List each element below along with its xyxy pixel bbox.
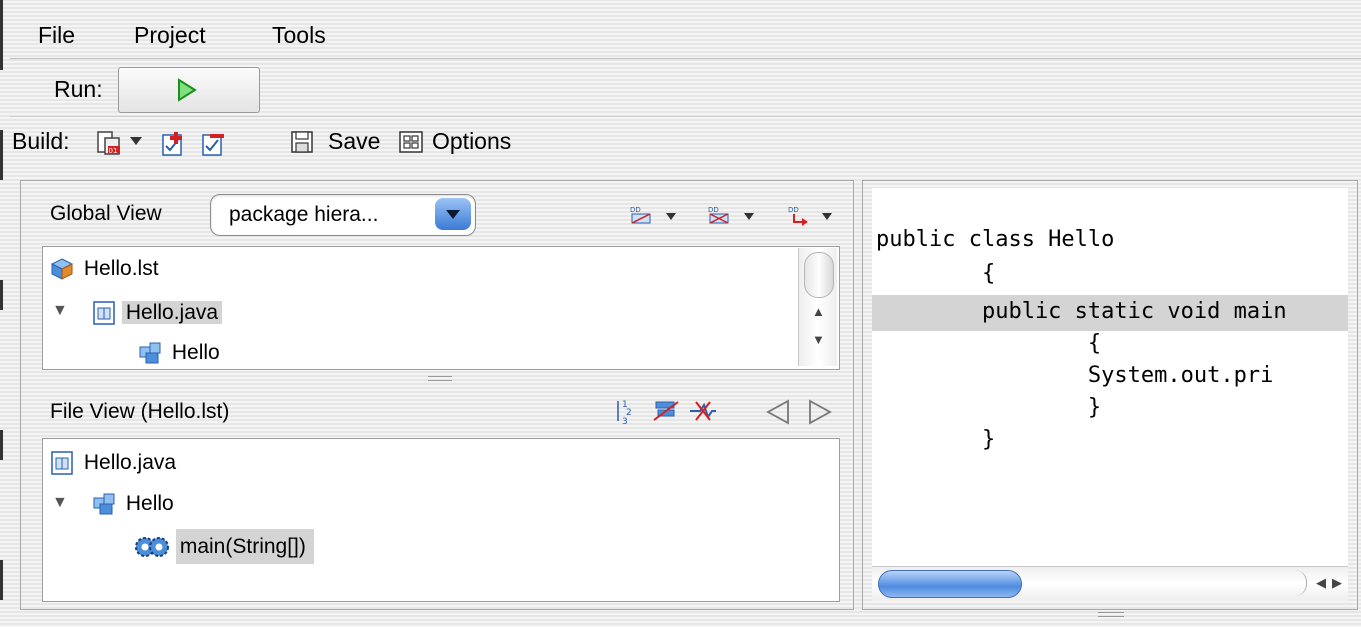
global-tree-vertical-scrollbar[interactable]: ▲ ▼ [798, 248, 837, 366]
tree-item-hello-class[interactable]: Hello [92, 487, 178, 521]
splitter-grip [428, 376, 452, 381]
svg-text:3: 3 [622, 417, 628, 426]
add-config-icon[interactable] [160, 130, 188, 163]
run-toolbar: Run: [10, 58, 1361, 117]
chevron-down-icon[interactable] [664, 210, 678, 228]
tree-item-label: Hello [125, 492, 174, 515]
run-label: Run: [54, 76, 103, 102]
hide-nonpublic-icon[interactable]: DD [786, 204, 812, 231]
options-icon[interactable] [398, 130, 424, 159]
scope-select[interactable]: package hiera... [210, 194, 476, 236]
code-line: { [876, 261, 996, 286]
file-view-label: File View (Hello.lst) [50, 400, 230, 423]
hide-static-icon[interactable]: DD [706, 204, 732, 231]
scroll-left-arrow-icon[interactable]: ◀ [1316, 575, 1326, 591]
window-left-edge [0, 0, 6, 627]
tree-item-label: Hello.java [121, 301, 223, 324]
build-binary-icon[interactable]: 01 [96, 130, 124, 163]
play-icon [178, 78, 197, 102]
menu-file[interactable]: File [38, 22, 75, 49]
java-file-icon [93, 301, 115, 326]
chevron-down-icon[interactable] [820, 210, 834, 228]
scrollbar-thumb[interactable] [878, 570, 1022, 598]
tree-item-hello-lst[interactable]: Hello.lst [50, 252, 163, 286]
hide-nonpublic-icon[interactable] [688, 398, 718, 429]
tree-item-main-method[interactable]: main(String[]) [134, 529, 314, 564]
build-toolbar: Build: 01 Save Options [10, 116, 1361, 174]
svg-text:DD: DD [708, 206, 719, 214]
tree-item-hello-java[interactable]: Hello.java [92, 296, 223, 330]
class-icon [93, 493, 115, 515]
save-button[interactable]: Save [328, 128, 380, 155]
svg-text:DD: DD [630, 206, 641, 214]
options-button[interactable]: Options [432, 128, 538, 155]
java-file-icon [51, 451, 73, 476]
code-line: } [876, 395, 1102, 420]
save-icon[interactable] [290, 130, 314, 159]
back-arrow-icon[interactable] [764, 398, 792, 431]
code-line: public class Hello [876, 227, 1115, 252]
tree-item-hello-class[interactable]: Hello [138, 336, 224, 370]
scroll-right-arrow-icon[interactable]: ▶ [1332, 575, 1342, 591]
splitter-grip[interactable] [1098, 612, 1124, 617]
chevron-down-icon[interactable] [128, 134, 144, 153]
forward-arrow-icon[interactable] [806, 398, 834, 431]
class-icon [139, 342, 161, 364]
hide-fields-icon[interactable] [652, 398, 680, 429]
tree-item-label: Hello.java [83, 451, 177, 474]
scrollbar-track-end [1292, 570, 1307, 596]
editor-horizontal-scrollbar[interactable]: ◀ ▶ [872, 566, 1348, 601]
chevron-down-icon[interactable] [435, 198, 471, 230]
code-line: System.out.pri [876, 363, 1274, 388]
svg-text:DD: DD [788, 206, 799, 214]
run-button[interactable] [118, 67, 260, 113]
svg-text:01: 01 [109, 147, 118, 155]
chevron-down-icon[interactable] [742, 210, 756, 228]
global-view-label: Global View [50, 202, 162, 225]
menu-bar: File Project Tools [10, 0, 1361, 59]
tree-item-label: Hello.lst [83, 257, 159, 280]
menu-project[interactable]: Project [134, 22, 206, 49]
scroll-up-arrow-icon[interactable]: ▲ [812, 304, 825, 319]
build-label: Build: [12, 128, 70, 154]
code-line: { [876, 331, 1102, 356]
horizontal-splitter[interactable] [30, 372, 850, 384]
scope-select-value: package hiera... [229, 203, 379, 226]
tree-item-label: main(String[]) [175, 529, 314, 564]
disclosure-triangle-icon[interactable]: ▼ [52, 302, 68, 320]
scrollbar-thumb[interactable] [804, 252, 834, 298]
library-cube-icon [50, 258, 74, 281]
tree-item-label: Hello [171, 341, 220, 364]
remove-config-icon[interactable] [200, 130, 228, 163]
method-gear-icon [135, 537, 169, 558]
disclosure-triangle-icon[interactable]: ▼ [52, 494, 68, 512]
code-editor[interactable]: public class Hello { public static void … [872, 188, 1348, 568]
menu-tools[interactable]: Tools [272, 22, 326, 49]
sort-alphabetical-icon[interactable]: 1 2 3 [614, 398, 638, 431]
code-line: public static void main [876, 299, 1287, 324]
hide-fields-icon[interactable]: DD [628, 204, 654, 231]
code-line: } [876, 427, 996, 452]
scroll-down-arrow-icon[interactable]: ▼ [812, 332, 825, 347]
tree-item-hello-java[interactable]: Hello.java [50, 446, 180, 480]
